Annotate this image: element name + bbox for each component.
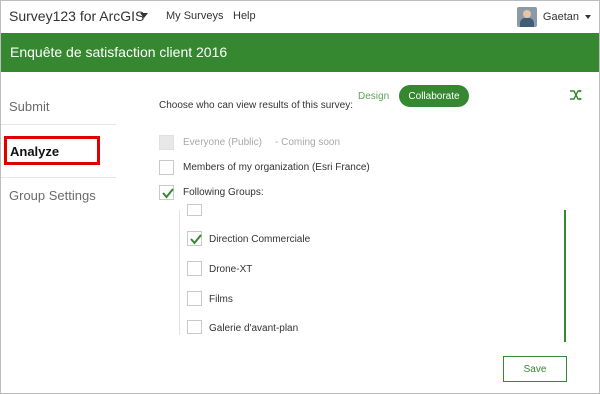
nav-my-surveys[interactable]: My Surveys <box>166 10 223 22</box>
group-label: Galerie d'avant-plan <box>209 323 299 334</box>
checkbox-following-groups[interactable] <box>159 185 174 200</box>
user-name: Gaetan <box>542 11 579 23</box>
checkmark-icon <box>190 234 202 245</box>
survey-title: Enquête de satisfaction client 2016 <box>10 44 228 60</box>
sidebar-divider <box>1 177 116 178</box>
group-checkbox-films[interactable] <box>187 291 202 306</box>
app-title[interactable]: Survey123 for ArcGIS <box>9 8 144 24</box>
nav-help[interactable]: Help <box>233 10 256 22</box>
checkbox-members[interactable] <box>159 160 174 175</box>
coming-soon-label: - Coming soon <box>275 137 341 148</box>
checkmark-icon <box>162 188 174 199</box>
option-following-groups-label: Following Groups: <box>183 187 264 198</box>
sidebar-item-analyze[interactable]: Analyze <box>10 144 59 159</box>
user-menu[interactable]: Gaetan <box>516 7 591 27</box>
user-caret-icon <box>585 15 591 19</box>
option-everyone-label: Everyone (Public) <box>183 137 262 148</box>
survey-header: Enquête de satisfaction client 2016 <box>1 33 599 72</box>
checkbox-everyone <box>159 135 174 150</box>
sidebar-item-submit[interactable]: Submit <box>9 99 49 114</box>
sidebar-divider <box>1 124 116 125</box>
groups-scrollbar[interactable] <box>564 210 566 342</box>
sidebar-item-group-settings[interactable]: Group Settings <box>9 188 96 203</box>
group-checkbox-direction-commerciale[interactable] <box>187 231 202 246</box>
app-window: Survey123 for ArcGIS My Surveys Help Gae… <box>0 0 600 394</box>
group-label: Direction Commerciale <box>209 234 311 245</box>
app-menu-caret-icon[interactable] <box>140 13 148 18</box>
option-members-label: Members of my organization (Esri France) <box>183 162 370 173</box>
save-button[interactable]: Save <box>503 356 567 382</box>
top-bar: Survey123 for ArcGIS My Surveys Help Gae… <box>1 1 599 33</box>
group-checkbox-drone-xt[interactable] <box>187 261 202 276</box>
user-avatar <box>516 7 537 27</box>
shuffle-icon[interactable] <box>569 89 583 101</box>
tab-design[interactable]: Design <box>358 91 389 102</box>
group-label: Films <box>209 294 233 305</box>
group-checkbox-galerie[interactable] <box>187 320 202 334</box>
visibility-prompt: Choose who can view results of this surv… <box>159 100 353 111</box>
group-label: Drone-XT <box>209 264 253 275</box>
group-checkbox-partial[interactable] <box>187 204 202 216</box>
tab-collaborate[interactable]: Collaborate <box>399 85 469 107</box>
